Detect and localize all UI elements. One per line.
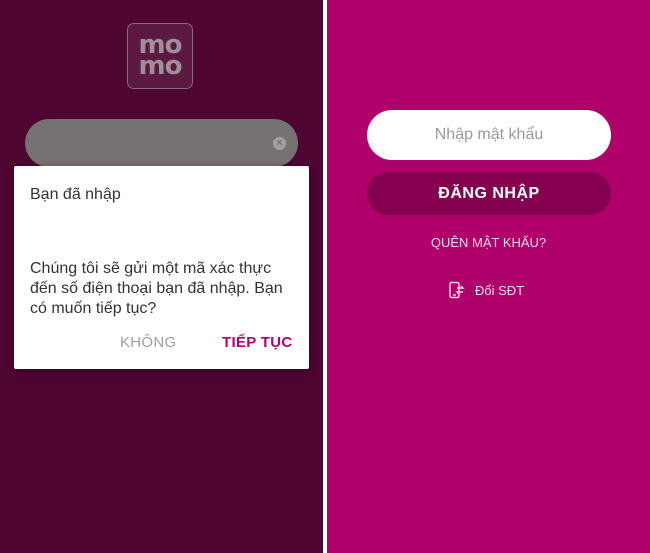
left-screen: mo mo × Bạn đã nhập Chúng tôi sẽ gửi một… — [0, 0, 323, 553]
clear-icon[interactable]: × — [273, 137, 286, 150]
login-button[interactable]: ĐĂNG NHẬP — [367, 172, 611, 215]
change-phone-label: Đổi SĐT — [475, 282, 525, 298]
cancel-button[interactable]: KHÔNG — [120, 334, 177, 351]
dialog-title: Bạn đã nhập — [30, 186, 121, 203]
login-button-label: ĐĂNG NHẬP — [438, 184, 540, 202]
forgot-password-link[interactable]: QUÊN MẬT KHẨU? — [327, 235, 650, 250]
phone-input[interactable]: × — [25, 119, 298, 167]
password-input[interactable] — [367, 110, 611, 160]
dialog-message: Chúng tôi sẽ gửi một mã xác thực đến số … — [30, 260, 283, 317]
confirm-dialog: Bạn đã nhập Chúng tôi sẽ gửi một mã xác … — [14, 166, 309, 369]
momo-logo: mo mo — [127, 23, 193, 89]
logo-text-bottom: mo — [138, 51, 183, 81]
change-phone-link[interactable]: Đổi SĐT — [448, 281, 524, 299]
phone-swap-icon — [449, 281, 465, 299]
right-screen: ĐĂNG NHẬP QUÊN MẬT KHẨU? Đổi SĐT — [327, 0, 650, 553]
continue-button[interactable]: TIẾP TỤC — [222, 334, 292, 351]
